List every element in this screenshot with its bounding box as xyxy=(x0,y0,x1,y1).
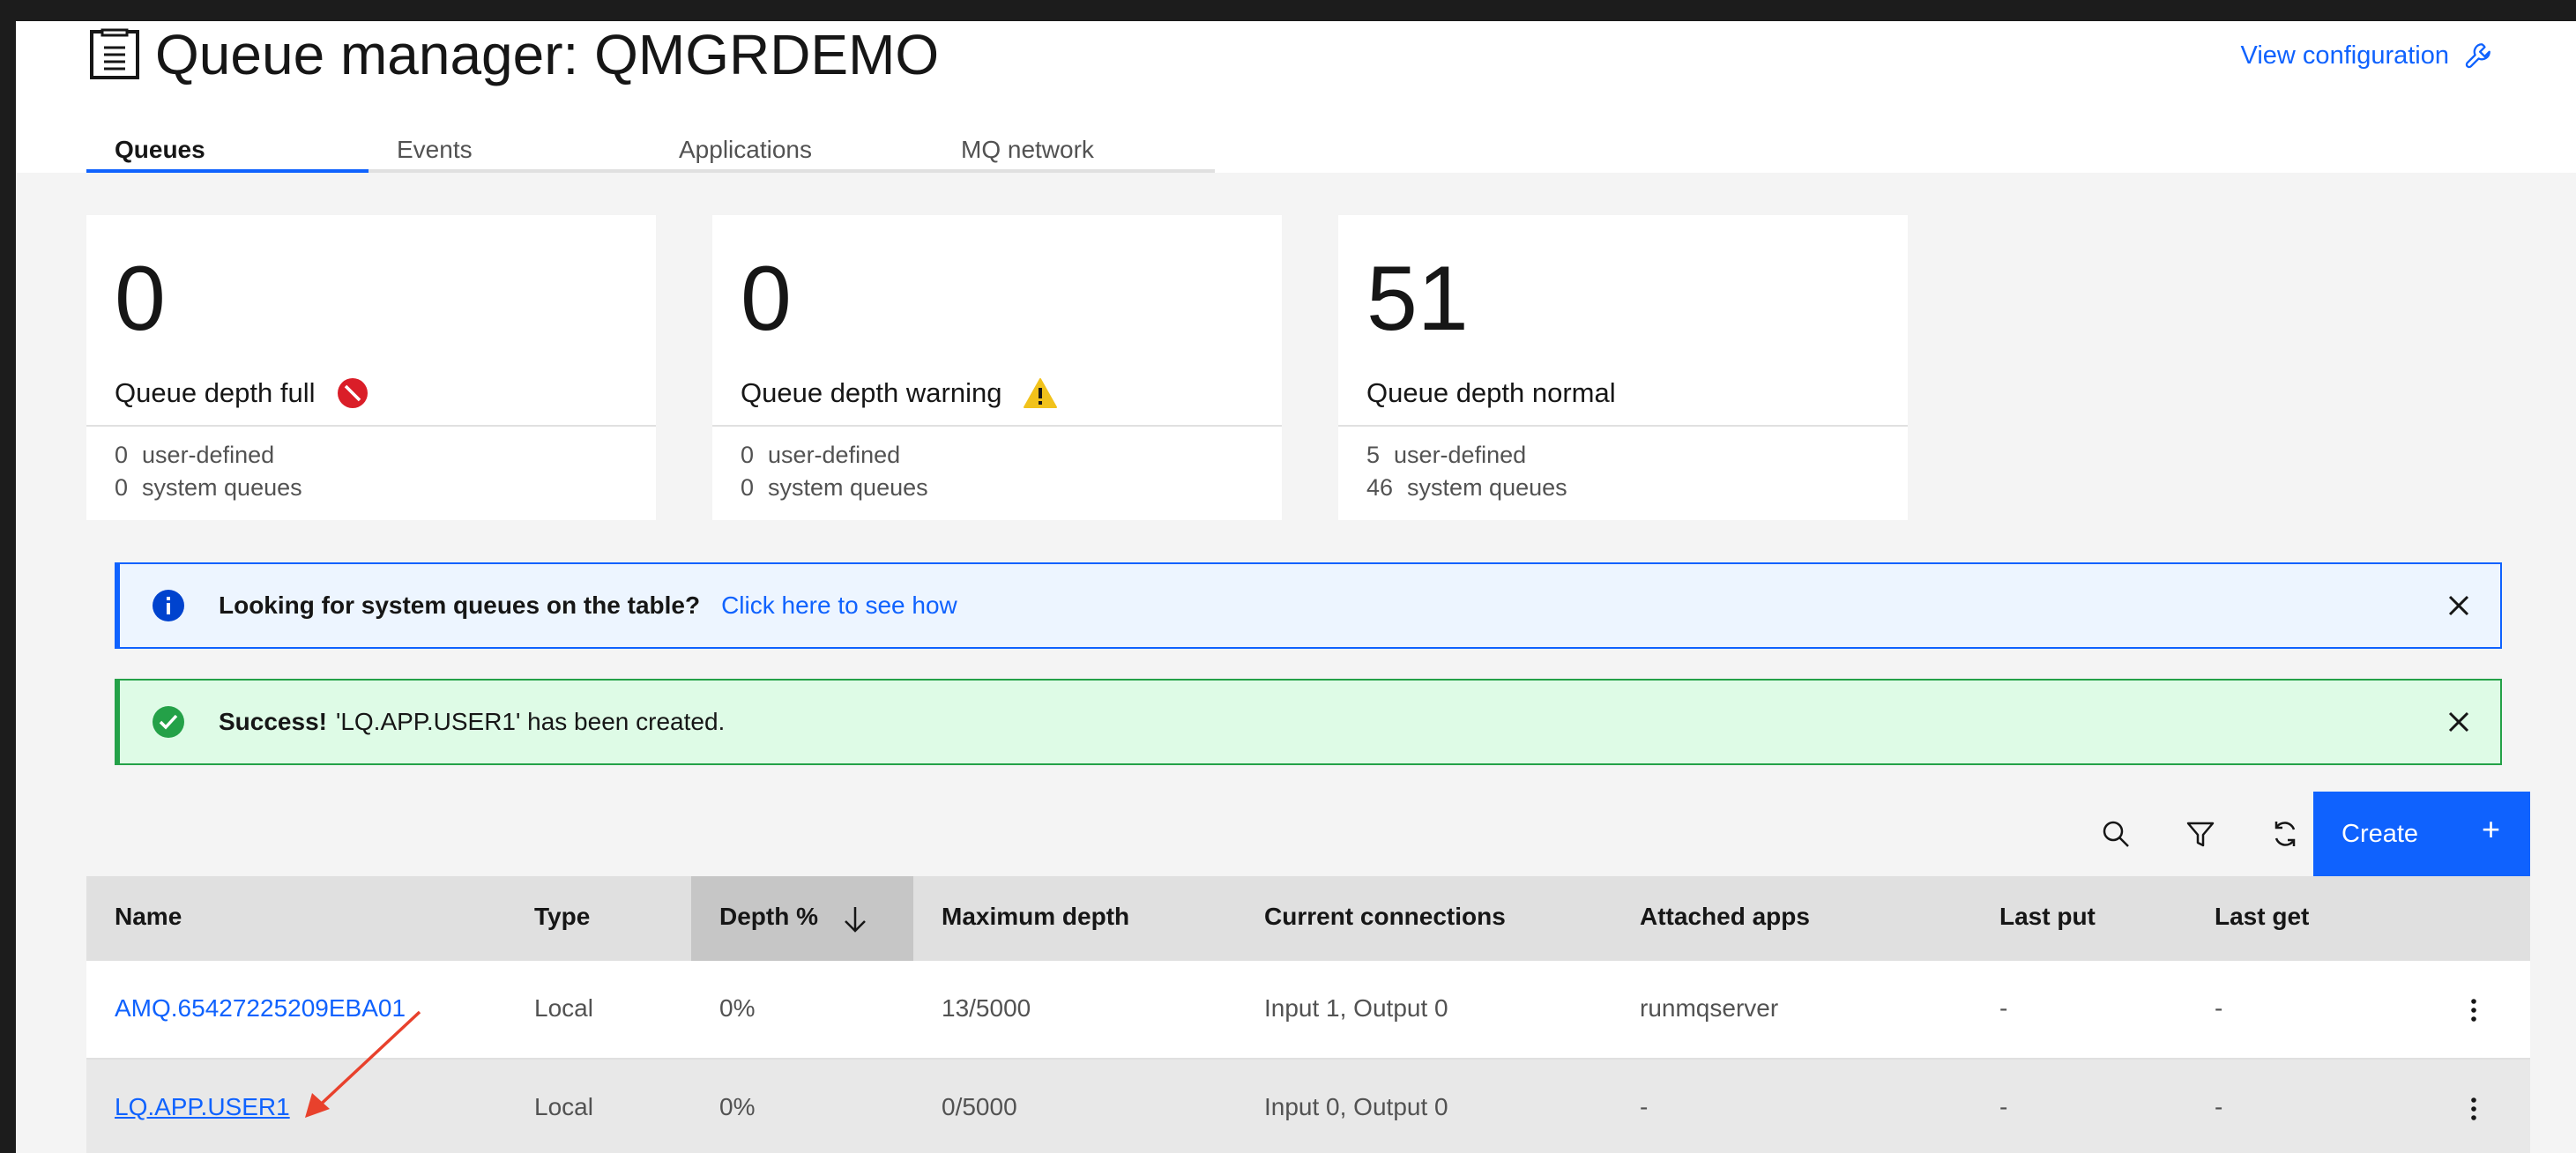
create-button[interactable]: Create + xyxy=(2313,792,2530,876)
overflow-menu-icon[interactable] xyxy=(2468,1091,2479,1127)
user-defined-count: 0 xyxy=(741,442,755,468)
info-icon xyxy=(153,590,184,621)
queue-current-connections: Input 1, Output 0 xyxy=(1264,994,1448,1022)
queue-current-connections: Input 0, Output 0 xyxy=(1264,1093,1448,1120)
overflow-menu-icon[interactable] xyxy=(2468,993,2479,1028)
tile-label: Queue depth normal xyxy=(1366,377,1616,409)
table-header: Name Type Depth % Maximum depth Current … xyxy=(86,876,2530,961)
arrow-down-icon xyxy=(845,907,866,933)
queue-attached-apps: runmqserver xyxy=(1640,994,1779,1022)
queue-maximum-depth: 13/5000 xyxy=(942,994,1031,1022)
column-header-maximum-depth[interactable]: Maximum depth xyxy=(913,876,1236,961)
system-queues-label: system queues xyxy=(1407,474,1567,501)
system-queues-count: 0 xyxy=(115,474,129,501)
top-window-bar xyxy=(0,0,2576,21)
column-header-current-connections[interactable]: Current connections xyxy=(1236,876,1612,961)
system-queues-count: 0 xyxy=(741,474,755,501)
queue-name-link[interactable]: AMQ.65427225209EBA01 xyxy=(86,961,406,1058)
tile-value: 0 xyxy=(741,248,792,350)
column-header-last-put[interactable]: Last put xyxy=(1971,876,2186,961)
queue-manager-page: Queue manager: QMGRDEMO View configurati… xyxy=(16,21,2576,1153)
tile-label-text: Queue depth normal xyxy=(1366,377,1616,408)
search-icon xyxy=(2103,821,2129,847)
refresh-icon xyxy=(2274,822,2296,846)
column-header-type[interactable]: Type xyxy=(506,876,689,961)
queue-name-link[interactable]: LQ.APP.USER1 xyxy=(86,1060,290,1153)
see-how-link[interactable]: Click here to see how xyxy=(721,591,957,620)
tile-breakdown: 0 user-defined 0 system queues xyxy=(741,439,928,504)
queue-type: Local xyxy=(534,1093,593,1120)
user-defined-count: 0 xyxy=(115,442,129,468)
wrench-icon xyxy=(2465,43,2490,69)
info-notification: Looking for system queues on the table? … xyxy=(115,562,2502,649)
column-header-depth-label: Depth % xyxy=(719,903,818,930)
user-defined-label: user-defined xyxy=(142,442,275,468)
checkmark-icon xyxy=(153,706,184,738)
tile-breakdown: 5 user-defined 46 system queues xyxy=(1366,439,1567,504)
queue-type: Local xyxy=(534,994,593,1022)
close-icon[interactable] xyxy=(2444,707,2474,737)
tile-breakdown: 0 user-defined 0 system queues xyxy=(115,439,302,504)
create-button-label: Create xyxy=(2341,819,2419,848)
info-notification-title: Looking for system queues on the table? xyxy=(219,591,701,619)
tile-label: Queue depth warning xyxy=(741,377,1058,409)
user-defined-count: 5 xyxy=(1366,442,1381,468)
warning-icon xyxy=(1024,378,1058,408)
tab-mq-network[interactable]: MQ network xyxy=(933,120,1215,173)
left-window-edge xyxy=(0,0,16,1153)
success-notification: Success! 'LQ.APP.USER1' has been created… xyxy=(115,679,2502,765)
page-title: Queue manager: QMGRDEMO xyxy=(155,23,940,86)
view-configuration-label: View configuration xyxy=(2240,41,2449,70)
tab-events[interactable]: Events xyxy=(369,120,651,173)
queue-maximum-depth: 0/5000 xyxy=(942,1093,1017,1120)
column-header-attached-apps[interactable]: Attached apps xyxy=(1612,876,1971,961)
add-icon: + xyxy=(2481,811,2500,847)
column-header-depth[interactable]: Depth % xyxy=(691,876,913,961)
tab-bar: Queues Events Applications MQ network xyxy=(86,120,1215,173)
user-defined-label: user-defined xyxy=(768,442,901,468)
filter-icon xyxy=(2186,822,2215,847)
success-notification-title: Success! xyxy=(219,708,327,735)
table-toolbar: Create + xyxy=(86,792,2530,876)
table-row: AMQ.65427225209EBA01 Local 0% 13/5000 In… xyxy=(86,961,2530,1060)
queue-last-put: - xyxy=(1999,994,2008,1022)
tab-applications[interactable]: Applications xyxy=(651,120,933,173)
tile-label: Queue depth full xyxy=(115,377,369,409)
close-icon[interactable] xyxy=(2444,591,2474,621)
system-queues-label: system queues xyxy=(142,474,302,501)
column-header-last-get[interactable]: Last get xyxy=(2186,876,2451,961)
tile-value: 51 xyxy=(1366,248,1469,350)
table-row: LQ.APP.USER1 Local 0% 0/5000 Input 0, Ou… xyxy=(86,1060,2530,1153)
system-queues-count: 46 xyxy=(1366,474,1394,501)
system-queues-label: system queues xyxy=(768,474,928,501)
queue-last-get: - xyxy=(2215,994,2223,1022)
tile-divider xyxy=(712,425,1282,427)
search-button[interactable] xyxy=(2073,792,2158,876)
queue-depth-percent: 0% xyxy=(719,994,756,1022)
tile-label-text: Queue depth warning xyxy=(741,377,1002,408)
tab-queues[interactable]: Queues xyxy=(86,120,369,173)
tile-queue-depth-normal: 51 Queue depth normal 5 user-defined 46 sy… xyxy=(1338,215,1908,520)
view-configuration-link[interactable]: View configuration xyxy=(2241,41,2493,71)
tile-label-text: Queue depth full xyxy=(115,377,316,408)
queues-table: Name Type Depth % Maximum depth Current … xyxy=(86,876,2530,1153)
tile-divider xyxy=(86,425,656,427)
user-defined-label: user-defined xyxy=(1394,442,1527,468)
tile-queue-depth-warning: 0 Queue depth warning 0 user-defined 0 sys… xyxy=(712,215,1282,520)
page-header: Queue manager: QMGRDEMO View configurati… xyxy=(16,21,2576,173)
queue-last-get: - xyxy=(2215,1093,2223,1120)
queue-depth-percent: 0% xyxy=(719,1093,756,1120)
queue-last-put: - xyxy=(1999,1093,2008,1120)
tile-divider xyxy=(1338,425,1908,427)
success-notification-message: 'LQ.APP.USER1' has been created. xyxy=(335,708,726,735)
filter-button[interactable] xyxy=(2158,792,2243,876)
tile-queue-depth-full: 0 Queue depth full 0 user-defined 0 system… xyxy=(86,215,656,520)
tile-value: 0 xyxy=(115,248,166,350)
queue-manager-icon xyxy=(90,28,139,79)
column-header-name[interactable]: Name xyxy=(86,876,504,961)
queue-attached-apps: - xyxy=(1640,1093,1649,1120)
error-icon xyxy=(337,378,368,408)
